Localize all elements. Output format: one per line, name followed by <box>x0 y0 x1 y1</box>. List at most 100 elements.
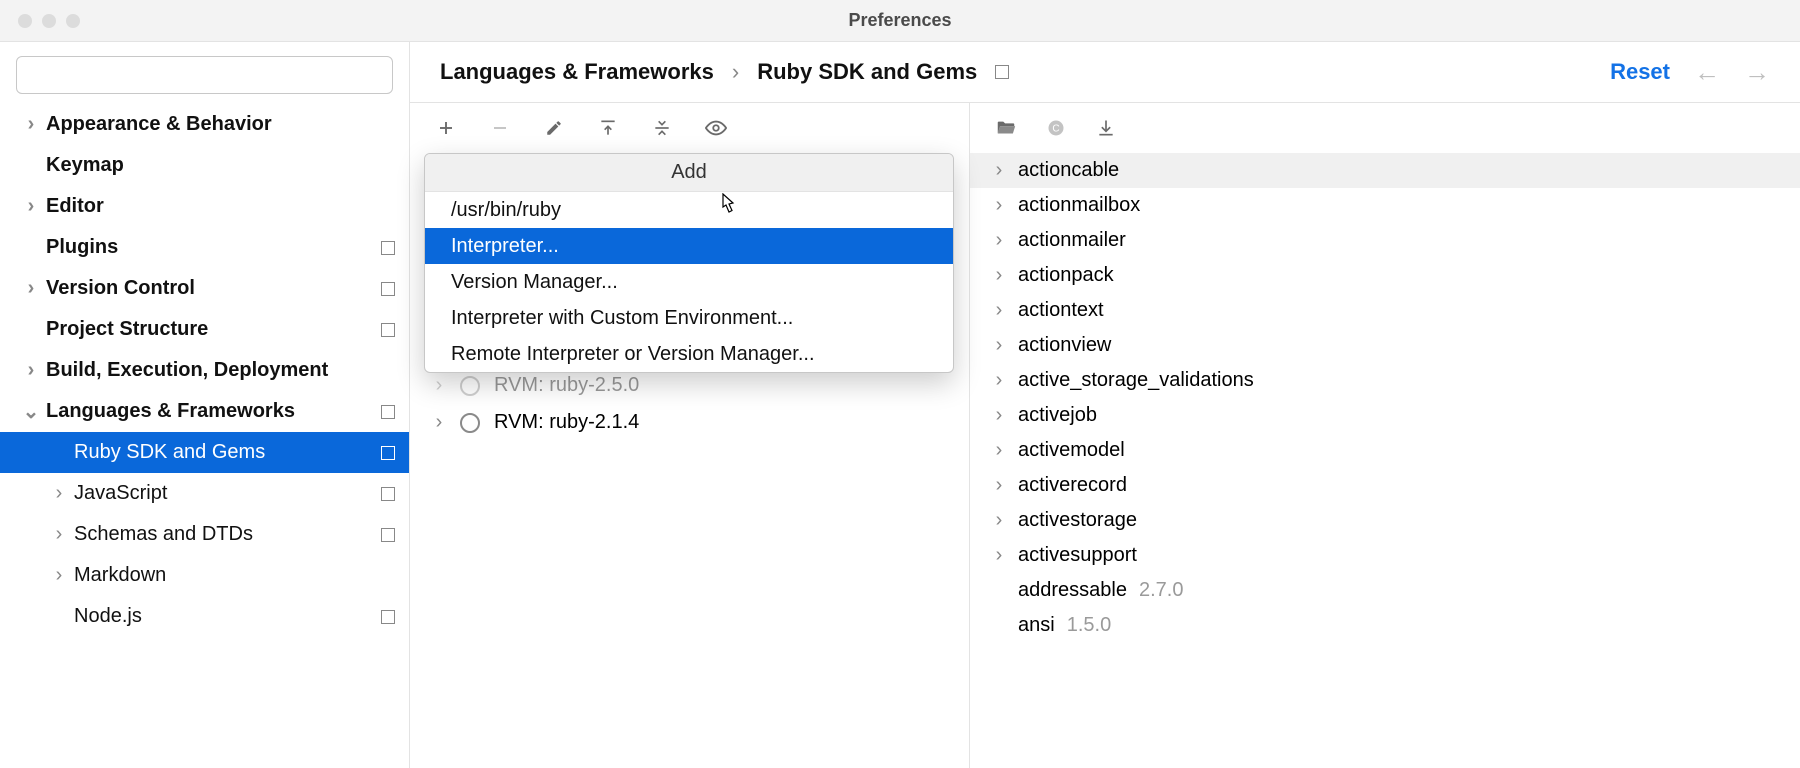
sidebar-item-label: Appearance & Behavior <box>46 113 272 136</box>
gem-name: addressable <box>1018 579 1127 602</box>
sidebar-item[interactable]: › Build, Execution, Deployment <box>0 350 409 391</box>
gem-row[interactable]: ›activejob <box>970 398 1800 433</box>
open-folder-button[interactable] <box>994 116 1018 140</box>
gem-row[interactable]: › activestorage <box>970 503 1800 538</box>
show-button[interactable] <box>704 116 728 140</box>
breadcrumb-root[interactable]: Languages & Frameworks <box>440 59 714 85</box>
close-window-button[interactable] <box>18 14 32 28</box>
sidebar-item-label: Node.js <box>74 605 142 628</box>
sdk-label: RVM: ruby-2.5.0 <box>494 374 639 397</box>
breadcrumb-current: Ruby SDK and Gems <box>757 59 977 85</box>
breadcrumb: Languages & Frameworks › Ruby SDK and Ge… <box>410 42 1800 102</box>
gem-row[interactable]: › actiontext <box>970 293 1800 328</box>
popup-title: Add <box>425 154 953 192</box>
minimize-window-button[interactable] <box>42 14 56 28</box>
chevron-right-icon: › <box>992 334 1006 357</box>
sidebar-item-label: Editor <box>46 195 104 218</box>
search-input[interactable] <box>16 56 393 94</box>
gem-row[interactable]: ›actionmailer <box>970 223 1800 258</box>
sidebar-item-label: Build, Execution, Deployment <box>46 359 328 382</box>
reset-button[interactable]: Reset <box>1610 59 1670 85</box>
gem-name: actionmailbox <box>1018 194 1140 217</box>
popup-item[interactable]: Remote Interpreter or Version Manager... <box>425 336 953 372</box>
svg-text:C: C <box>1052 123 1059 134</box>
gem-name: activestorage <box>1018 509 1137 532</box>
expand-all-button[interactable] <box>596 116 620 140</box>
download-button[interactable] <box>1094 116 1118 140</box>
gem-name: actiontext <box>1018 299 1104 322</box>
chevron-right-icon: › <box>432 374 446 397</box>
gem-version: 2.7.0 <box>1139 579 1183 602</box>
add-button[interactable] <box>434 116 458 140</box>
collapse-all-button[interactable] <box>650 116 674 140</box>
forward-button[interactable]: → <box>1744 57 1770 88</box>
back-button[interactable]: ← <box>1694 57 1720 88</box>
sidebar-item-label: Languages & Frameworks <box>46 400 295 423</box>
window-title: Preferences <box>848 10 951 31</box>
gem-name: active_storage_validations <box>1018 369 1254 392</box>
project-scope-icon <box>381 405 395 419</box>
popup-item[interactable]: Version Manager... <box>425 264 953 300</box>
gem-row[interactable]: ›activesupport <box>970 538 1800 573</box>
sidebar-item[interactable]: Node.js <box>0 596 409 637</box>
sidebar-item[interactable]: ⌄ Languages & Frameworks <box>0 391 409 432</box>
sidebar-item-label: Project Structure <box>46 318 208 341</box>
gem-row[interactable]: › activemodel <box>970 433 1800 468</box>
chevron-icon: › <box>24 195 38 218</box>
chevron-right-icon: › <box>992 194 1006 217</box>
gem-name: activerecord <box>1018 474 1127 497</box>
gem-name: activemodel <box>1018 439 1125 462</box>
gem-version: 1.5.0 <box>1067 614 1111 637</box>
popup-item[interactable]: /usr/bin/ruby <box>425 192 953 228</box>
sidebar-item[interactable]: Plugins <box>0 227 409 268</box>
main-panel: Languages & Frameworks › Ruby SDK and Ge… <box>410 42 1800 768</box>
radio-icon[interactable] <box>460 413 480 433</box>
sdk-item[interactable]: › RVM: ruby-2.1.4 <box>410 404 969 441</box>
edit-button[interactable] <box>542 116 566 140</box>
sidebar-item[interactable]: › Editor <box>0 186 409 227</box>
gem-row[interactable]: › active_storage_validations <box>970 363 1800 398</box>
popup-item[interactable]: Interpreter... <box>425 228 953 264</box>
chevron-right-icon: › <box>432 411 446 434</box>
gem-row[interactable]: ansi 1.5.0 <box>970 608 1800 643</box>
sidebar-item[interactable]: Ruby SDK and Gems <box>0 432 409 473</box>
project-scope-icon <box>381 241 395 255</box>
add-popup: Add /usr/bin/rubyInterpreter...Version M… <box>424 153 954 373</box>
sdk-pane: › RVM: ruby-2.5.0 › RVM: ruby-2.1.4 Add … <box>410 103 970 768</box>
sidebar-item-label: Schemas and DTDs <box>74 523 253 546</box>
gem-row[interactable]: ›activerecord <box>970 468 1800 503</box>
gem-row[interactable]: › actionview <box>970 328 1800 363</box>
gem-name: actionpack <box>1018 264 1114 287</box>
sidebar-item[interactable]: ›Markdown <box>0 555 409 596</box>
sidebar-item[interactable]: ›JavaScript <box>0 473 409 514</box>
breadcrumb-separator: › <box>732 59 739 85</box>
sdk-label: RVM: ruby-2.1.4 <box>494 411 639 434</box>
popup-item[interactable]: Interpreter with Custom Environment... <box>425 300 953 336</box>
sidebar-item[interactable]: ›Schemas and DTDs <box>0 514 409 555</box>
gem-name: ansi <box>1018 614 1055 637</box>
chevron-icon: ⌄ <box>24 399 38 424</box>
gems-toolbar: C <box>970 103 1800 153</box>
radio-icon[interactable] <box>460 376 480 396</box>
gem-name: actionview <box>1018 334 1111 357</box>
sidebar-item[interactable]: ›Version Control <box>0 268 409 309</box>
project-scope-icon <box>381 610 395 624</box>
project-scope-icon <box>381 446 395 460</box>
chevron-right-icon: › <box>992 439 1006 462</box>
sidebar-item-label: JavaScript <box>74 482 167 505</box>
sidebar-item[interactable]: ›Appearance & Behavior <box>0 104 409 145</box>
window-controls <box>18 14 80 28</box>
chevron-icon: › <box>24 359 38 382</box>
remove-button[interactable] <box>488 116 512 140</box>
chevron-right-icon: › <box>992 509 1006 532</box>
gem-row[interactable]: ›actioncable <box>970 153 1800 188</box>
sidebar-item[interactable]: Keymap <box>0 145 409 186</box>
gem-row[interactable]: ›actionpack <box>970 258 1800 293</box>
sidebar-item[interactable]: Project Structure <box>0 309 409 350</box>
zoom-window-button[interactable] <box>66 14 80 28</box>
copy-button[interactable]: C <box>1044 116 1068 140</box>
chevron-right-icon: › <box>992 299 1006 322</box>
gem-row[interactable]: › actionmailbox <box>970 188 1800 223</box>
gem-row[interactable]: addressable 2.7.0 <box>970 573 1800 608</box>
chevron-right-icon: › <box>992 369 1006 392</box>
